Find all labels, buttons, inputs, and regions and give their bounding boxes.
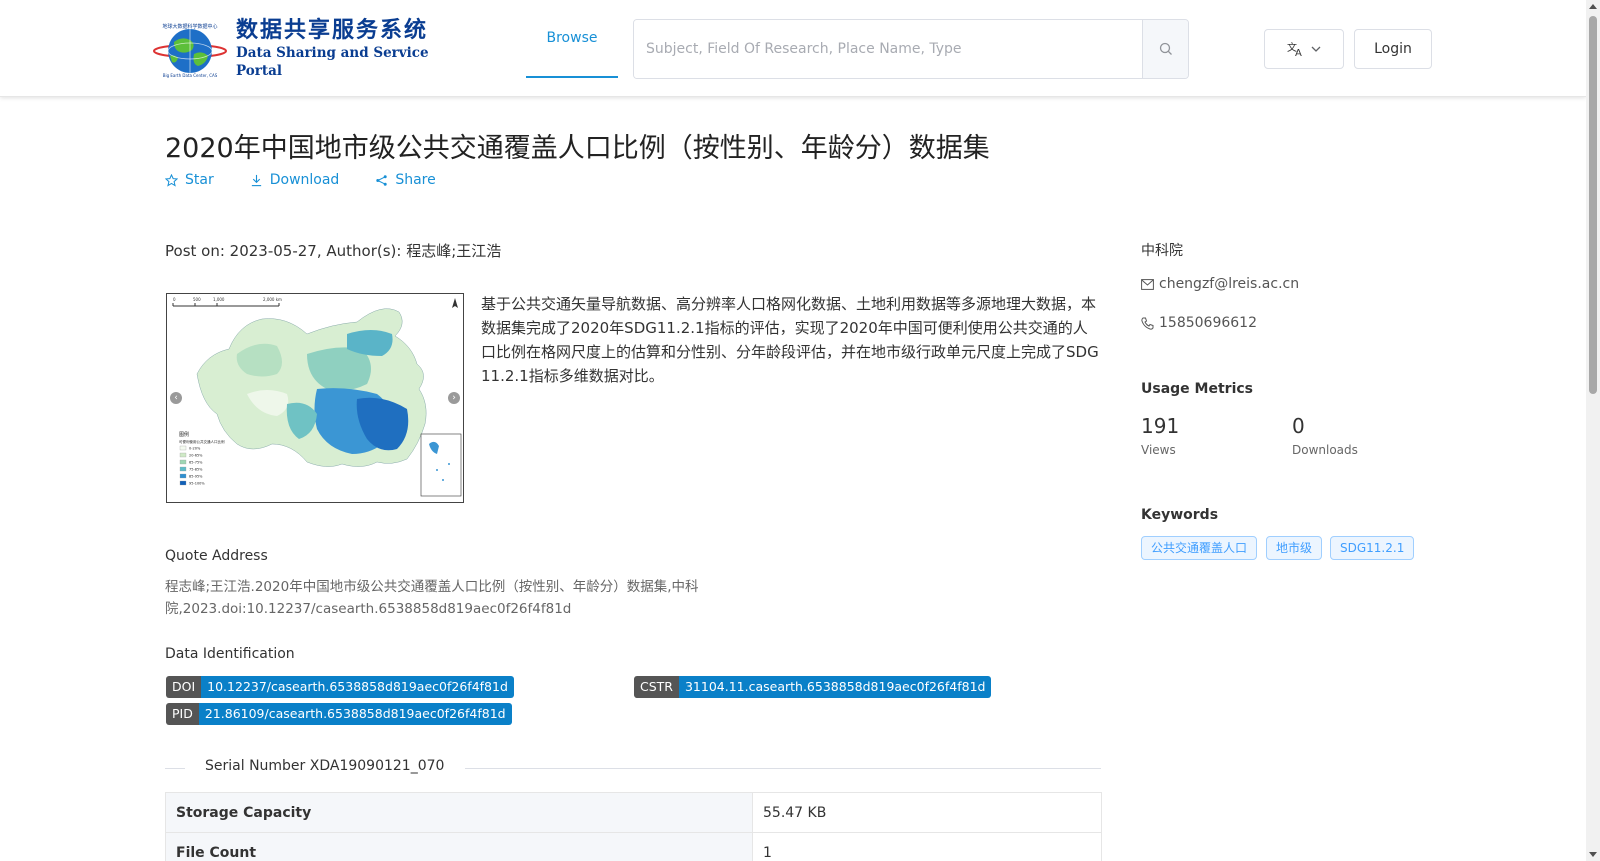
download-icon [251,174,261,186]
post-info: Post on: 2023-05-27, Author(s): 程志峰;王江浩 [165,242,502,260]
keyword-tag[interactable]: 公共交通覆盖人口 [1141,536,1258,560]
dataset-actions: Star Download Share [165,172,472,188]
chevron-left-icon: ‹ [174,393,178,403]
search-input[interactable] [634,20,1142,78]
file-count-key: File Count [165,832,753,861]
email-text: chengzf@lreis.ac.cn [1159,276,1300,292]
serial-number: Serial Number XDA19090121_070 [205,758,445,774]
svg-text:A: A [1295,48,1302,57]
download-button[interactable]: Download [250,172,340,188]
logo-title-en: Data Sharing and Service Portal [236,45,429,79]
language-switcher[interactable]: 文 A [1264,29,1344,69]
search-bar [633,19,1189,79]
doi-tag[interactable]: DOI 10.12237/casearth.6538858d819aec0f26… [166,676,514,698]
logo-title-cn: 数据共享服务系统 [236,18,429,43]
doi-value: 10.12237/casearth.6538858d819aec0f26f4f8… [201,676,514,698]
keyword-tag[interactable]: 地市级 [1266,536,1323,560]
data-identification-label: Data Identification [165,646,295,662]
scale-label: 0 [173,297,176,302]
contact-phone[interactable]: 15850696612 [1141,315,1257,331]
search-button[interactable] [1142,20,1188,78]
share-icon [376,174,388,186]
table-row: File Count 1 [165,832,1102,861]
svg-text:地球大数据科学数据中心: 地球大数据科学数据中心 [162,23,217,30]
contact-email[interactable]: chengzf@lreis.ac.cn [1141,276,1299,292]
top-header: 地球大数据科学数据中心 Big Earth Data Center, CAS 数… [0,0,1586,97]
cstr-tag[interactable]: CSTR 31104.11.casearth.6538858d819aec0f2… [634,676,992,698]
pid-value: 21.86109/casearth.6538858d819aec0f26f4f8… [198,703,512,725]
views-label: Views [1141,443,1176,457]
pid-key: PID [166,703,199,725]
downloads-count: 0 [1292,414,1305,438]
file-count-value: 1 [752,832,1102,861]
scroll-thumb[interactable] [1589,16,1597,394]
legend-subtitle: 可便利使用公共交通人口比例 [179,439,225,444]
views-count: 191 [1141,414,1180,438]
svg-text:Big Earth Data Center, CAS: Big Earth Data Center, CAS [163,73,218,78]
download-label: Download [269,172,340,188]
site-logo[interactable]: 地球大数据科学数据中心 Big Earth Data Center, CAS 数… [152,18,432,80]
doi-key: DOI [166,676,202,698]
dataset-title: 2020年中国地市级公共交通覆盖人口比例（按性别、年龄分）数据集 [165,133,990,164]
scroll-up-arrow-icon[interactable] [1589,4,1597,9]
share-label: Share [395,172,436,188]
divider-line [165,768,185,769]
legend-item: 20-65% [189,454,203,458]
chevron-right-icon: › [452,393,456,403]
nav-browse[interactable]: Browse [526,0,618,78]
globe-logo-icon: 地球大数据科学数据中心 Big Earth Data Center, CAS [152,20,230,78]
page-scrollbar[interactable] [1586,0,1600,861]
dataset-thumbnail-carousel[interactable]: 0 500 1,000 2,000 km 图例 可便利使用公共交通人口比例 0-… [166,293,464,503]
star-button[interactable]: Star [165,172,214,188]
scale-label: 1,000 [213,297,225,302]
scale-label: 500 [193,297,201,302]
legend-item: 0-20% [189,447,201,451]
china-map-image: 0 500 1,000 2,000 km 图例 可便利使用公共交通人口比例 0-… [172,297,462,497]
legend-item: 65-75% [189,461,203,465]
phone-icon [1141,317,1154,330]
phone-text: 15850696612 [1159,315,1257,331]
cstr-key: CSTR [634,676,679,698]
scale-label: 2,000 km [263,297,282,302]
carousel-next-button[interactable]: › [448,392,460,404]
search-icon [1159,42,1172,55]
north-arrow-icon [452,298,458,308]
star-label: Star [185,172,214,188]
carousel-prev-button[interactable]: ‹ [170,392,182,404]
star-icon [165,173,178,187]
storage-capacity-value: 55.47 KB [752,792,1102,833]
keywords-title: Keywords [1141,507,1219,523]
keyword-tag[interactable]: SDG11.2.1 [1330,536,1415,560]
dataset-description: 基于公共交通矢量导航数据、高分辨率人口格网化数据、土地利用数据等多源地理大数据，… [481,295,1099,385]
login-button[interactable]: Login [1354,29,1432,69]
legend-title: 图例 [179,431,189,438]
legend-item: 95-100% [189,482,205,486]
legend-item: 75-85% [189,468,203,472]
quote-address-text: 程志峰;王江浩.2020年中国地市级公共交通覆盖人口比例（按性别、年龄分）数据集… [165,579,699,617]
table-row: Storage Capacity 55.47 KB [165,792,1102,833]
usage-metrics-title: Usage Metrics [1141,381,1253,397]
legend-item: 85-95% [189,475,203,479]
translate-icon: 文 A [1287,41,1302,57]
chevron-down-icon [1311,46,1321,52]
serial-divider: Serial Number XDA19090121_070 [165,758,1101,778]
quote-address-label: Quote Address [165,548,268,564]
storage-capacity-key: Storage Capacity [165,792,753,833]
organization-name: 中科院 [1141,243,1183,259]
pid-tag[interactable]: PID 21.86109/casearth.6538858d819aec0f26… [166,703,512,725]
mail-icon [1141,278,1154,290]
share-button[interactable]: Share [375,172,436,188]
divider-line [465,768,1101,769]
cstr-value: 31104.11.casearth.6538858d819aec0f26f4f8… [678,676,992,698]
scroll-down-arrow-icon[interactable] [1589,852,1597,857]
downloads-label: Downloads [1292,443,1358,457]
logo-text: 数据共享服务系统 Data Sharing and Service Portal [236,18,432,80]
dataset-info-table: Storage Capacity 55.47 KB File Count 1 [165,792,1102,861]
